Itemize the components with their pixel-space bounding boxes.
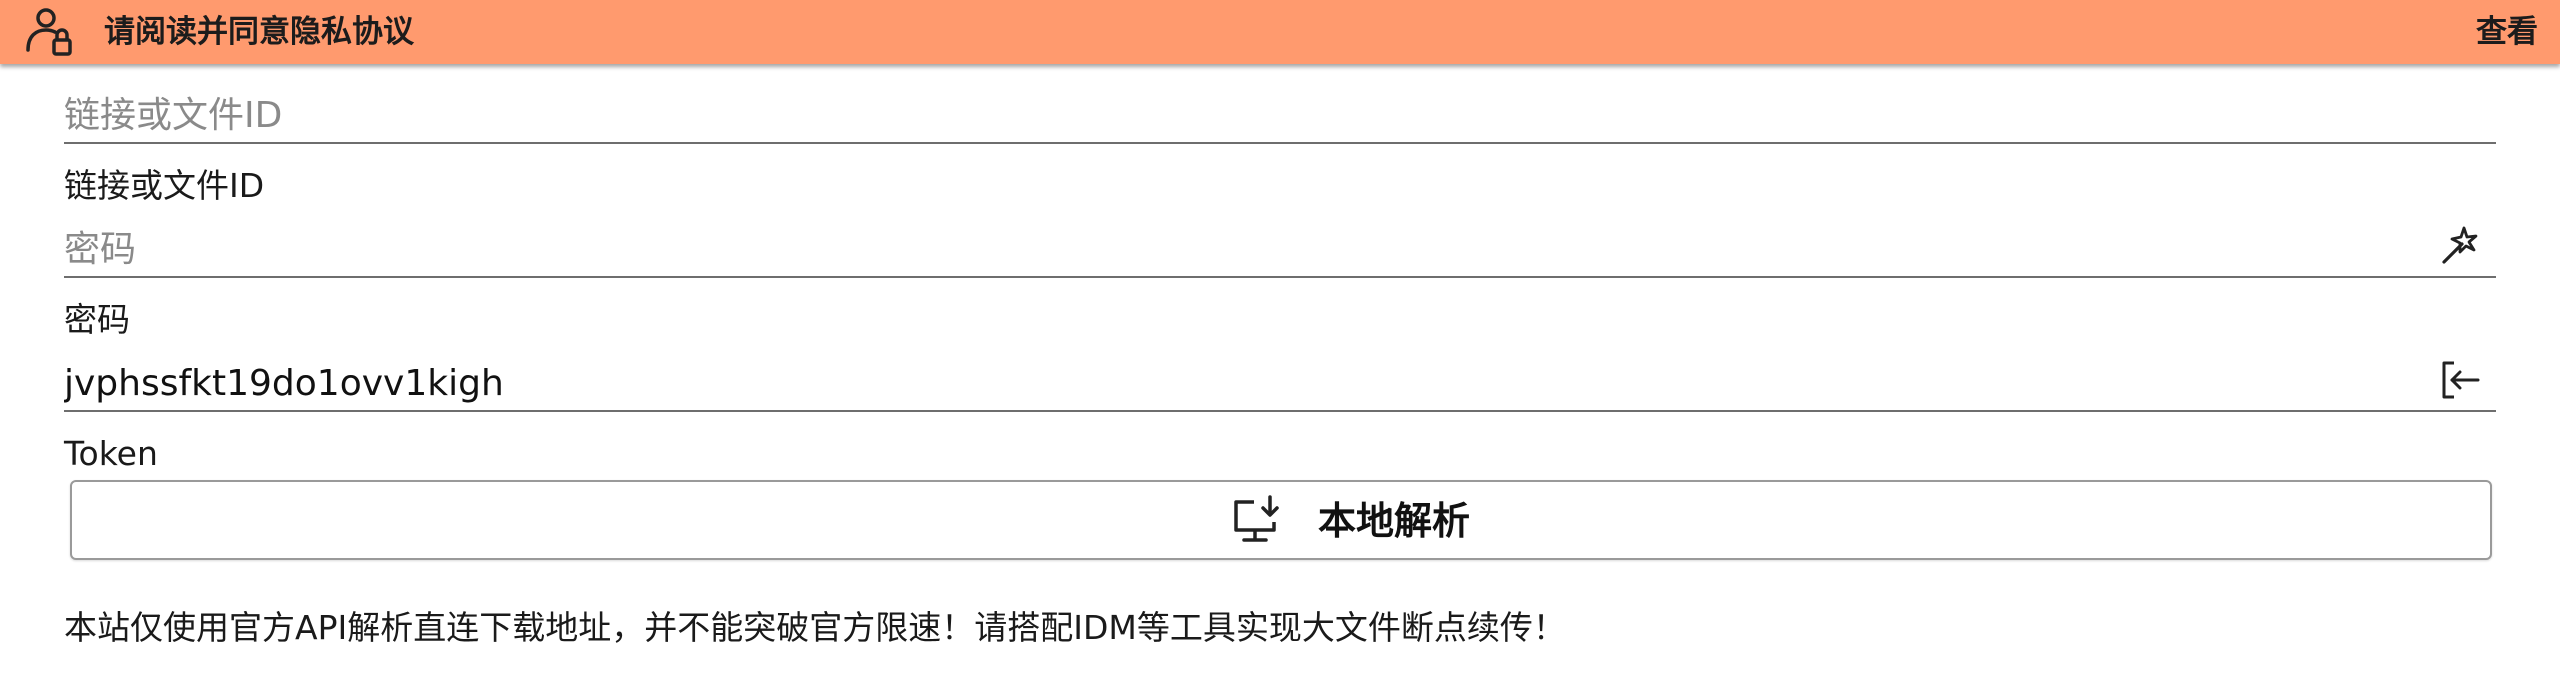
local-parse-button[interactable]: 本地解析 bbox=[70, 480, 2492, 560]
password-field[interactable] bbox=[64, 222, 2496, 278]
privacy-banner: 请阅读并同意隐私协议 查看 bbox=[0, 0, 2560, 64]
password-helper-text: 密码 bbox=[64, 300, 130, 339]
notice-text: 本站仅使用官方API解析直连下载地址，并不能突破官方限速！请搭配IDM等工具实现… bbox=[64, 608, 1566, 647]
token-field[interactable] bbox=[64, 356, 2496, 412]
token-helper-text: Token bbox=[64, 434, 158, 473]
link-field[interactable] bbox=[64, 88, 2496, 144]
magic-wand-icon[interactable] bbox=[2438, 224, 2482, 268]
link-input[interactable] bbox=[64, 92, 2424, 138]
password-input[interactable] bbox=[64, 226, 2424, 272]
local-parse-label: 本地解析 bbox=[1318, 499, 1471, 543]
link-helper-text: 链接或文件ID bbox=[64, 166, 265, 205]
token-input[interactable] bbox=[64, 360, 2424, 406]
view-privacy-button[interactable]: 查看 bbox=[2476, 14, 2538, 50]
monitor-download-icon bbox=[1230, 494, 1282, 546]
user-lock-icon bbox=[22, 4, 78, 60]
banner-title: 请阅读并同意隐私协议 bbox=[104, 14, 414, 50]
login-icon[interactable] bbox=[2438, 358, 2482, 402]
